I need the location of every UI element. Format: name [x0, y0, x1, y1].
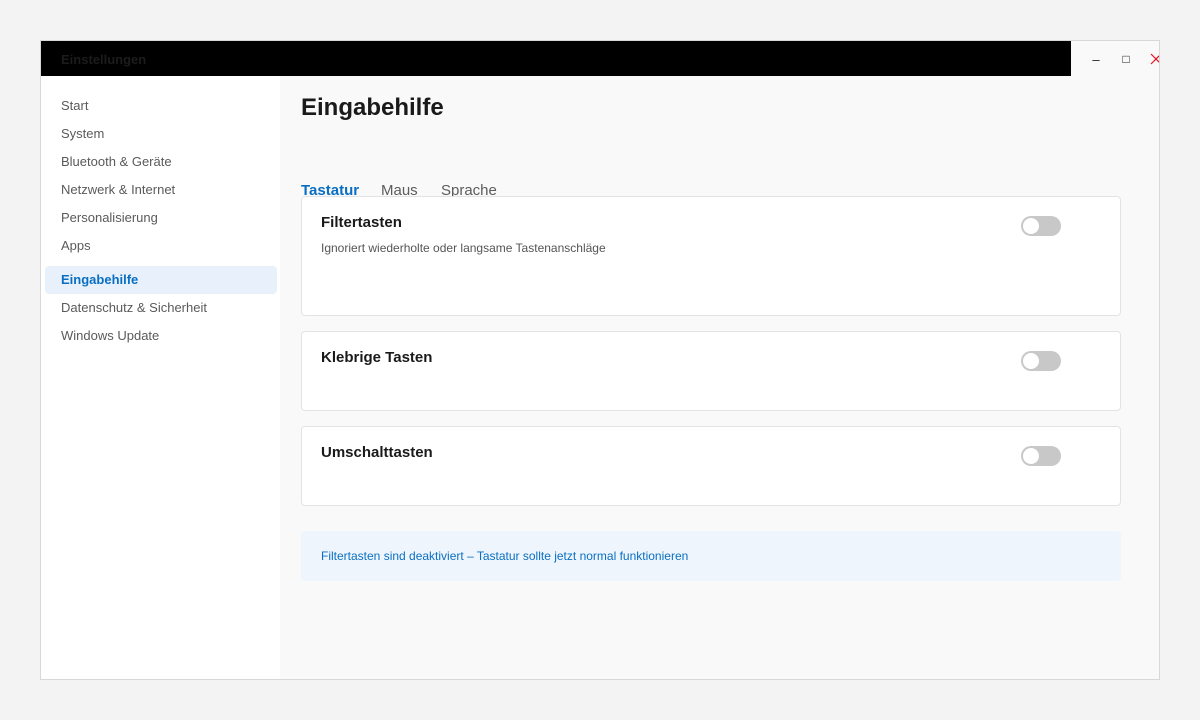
toggle-knob — [1023, 448, 1039, 464]
sidebar-item-windows-update[interactable]: Windows Update — [45, 322, 277, 350]
page-title: Eingabehilfe — [301, 94, 444, 121]
info-message: Filtertasten sind deaktiviert – Tastatur… — [321, 549, 689, 563]
sidebar-item-privacy-security[interactable]: Datenschutz & Sicherheit — [45, 294, 277, 322]
close-button[interactable] — [1141, 41, 1159, 76]
sticky-keys-title: Klebrige Tasten — [321, 349, 433, 366]
title-bar[interactable]: Einstellungen — [41, 41, 1071, 76]
close-icon — [1150, 53, 1159, 65]
maximize-button[interactable]: □ — [1111, 41, 1141, 76]
toggle-knob — [1023, 218, 1039, 234]
sidebar-item-start[interactable]: Start — [45, 92, 277, 120]
settings-window: Einstellungen – □ Start System Bluetooth… — [40, 40, 1160, 680]
sidebar-item-personalization[interactable]: Personalisierung — [45, 204, 277, 232]
sidebar: Start System Bluetooth & Geräte Netzwerk… — [41, 76, 280, 679]
sticky-keys-card: Klebrige Tasten — [301, 331, 1121, 411]
toggle-keys-title: Umschalttasten — [321, 444, 433, 461]
sidebar-item-bluetooth-devices[interactable]: Bluetooth & Geräte — [45, 148, 277, 176]
main-content: Eingabehilfe Tastatur Maus Sprache Filte… — [281, 76, 1159, 679]
toggle-knob — [1023, 353, 1039, 369]
sidebar-item-system[interactable]: System — [45, 120, 277, 148]
window-controls: – □ — [1071, 41, 1159, 76]
sidebar-item-network-internet[interactable]: Netzwerk & Internet — [45, 176, 277, 204]
filter-keys-title: Filtertasten — [321, 214, 402, 231]
sidebar-item-accessibility[interactable]: Eingabehilfe — [45, 266, 277, 294]
sticky-keys-toggle[interactable] — [1021, 351, 1061, 371]
sidebar-item-apps[interactable]: Apps — [45, 232, 277, 260]
info-banner: Filtertasten sind deaktiviert – Tastatur… — [301, 531, 1121, 581]
filter-keys-toggle[interactable] — [1021, 216, 1061, 236]
filter-keys-card: Filtertasten Ignoriert wiederholte oder … — [301, 196, 1121, 316]
toggle-keys-card: Umschalttasten — [301, 426, 1121, 506]
filter-keys-description: Ignoriert wiederholte oder langsame Tast… — [321, 241, 606, 255]
minimize-button[interactable]: – — [1081, 41, 1111, 76]
window-title: Einstellungen — [61, 52, 147, 67]
toggle-keys-toggle[interactable] — [1021, 446, 1061, 466]
